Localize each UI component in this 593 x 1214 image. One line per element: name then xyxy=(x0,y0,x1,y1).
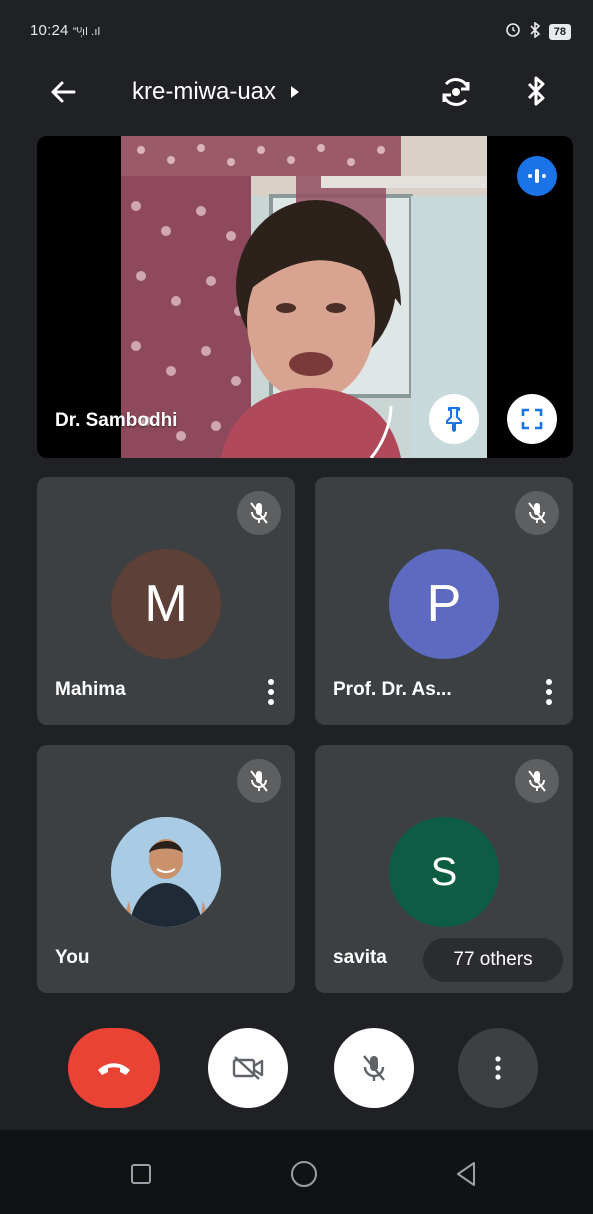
muted-indicator xyxy=(515,759,559,803)
avatar: M xyxy=(111,549,221,659)
participant-more-button[interactable] xyxy=(539,677,559,707)
home-button[interactable] xyxy=(284,1154,324,1194)
meeting-code-button[interactable]: kre-miwa-uax xyxy=(132,78,300,106)
participant-name: Mahima xyxy=(55,679,126,700)
audio-output-button[interactable] xyxy=(514,70,558,114)
back-button[interactable] xyxy=(44,72,84,112)
fullscreen-button[interactable] xyxy=(507,394,557,444)
camera-toggle-button[interactable] xyxy=(208,1028,288,1108)
mic-toggle-button[interactable] xyxy=(334,1028,414,1108)
main-speaker-tile[interactable]: Dr. Sambodhi xyxy=(37,136,573,458)
bluetooth-audio-icon xyxy=(527,76,545,106)
caret-right-icon xyxy=(291,86,300,98)
participant-tile-savita[interactable]: S savita 77 others xyxy=(315,745,573,993)
participant-tile-prof[interactable]: P Prof. Dr. As... xyxy=(315,477,573,725)
participant-more-button[interactable] xyxy=(261,677,281,707)
status-time: 10:24 "ᵁ᷊ıl .ıl xyxy=(30,22,101,39)
muted-indicator xyxy=(237,759,281,803)
bluetooth-icon xyxy=(529,21,541,41)
muted-indicator xyxy=(515,491,559,535)
hang-up-button[interactable] xyxy=(68,1028,160,1108)
battery-icon: 78 xyxy=(548,23,571,40)
pin-button[interactable] xyxy=(429,394,479,444)
mic-off-icon xyxy=(528,502,546,524)
recents-button[interactable] xyxy=(121,1154,161,1194)
call-controls xyxy=(0,1028,593,1114)
participant-name: savita xyxy=(333,947,387,968)
home-icon xyxy=(291,1161,317,1187)
switch-camera-button[interactable] xyxy=(434,70,478,114)
participant-tile-you[interactable]: You xyxy=(37,745,295,993)
fullscreen-icon xyxy=(521,408,543,430)
avatar: P xyxy=(389,549,499,659)
avatar: S xyxy=(389,817,499,927)
mic-off-icon xyxy=(528,770,546,792)
recents-icon xyxy=(131,1164,151,1184)
speaker-name: Dr. Sambodhi xyxy=(55,410,178,431)
meeting-code: kre-miwa-uax xyxy=(132,78,277,105)
pin-icon xyxy=(446,407,462,432)
back-nav-button[interactable] xyxy=(446,1154,486,1194)
status-bar: 10:24 "ᵁ᷊ıl .ıl 78 xyxy=(0,0,593,60)
participant-tile-mahima[interactable]: M Mahima xyxy=(37,477,295,725)
mic-off-icon xyxy=(250,502,268,524)
meeting-header: kre-miwa-uax xyxy=(0,60,593,120)
switch-camera-icon xyxy=(442,78,470,106)
speaking-indicator xyxy=(517,156,557,196)
speaking-indicator-icon xyxy=(528,169,546,183)
status-icons: 78 xyxy=(505,21,571,41)
more-vert-icon xyxy=(268,679,274,705)
participant-name: Prof. Dr. As... xyxy=(333,679,452,700)
others-count-chip[interactable]: 77 others xyxy=(423,938,563,982)
back-arrow-icon xyxy=(51,81,76,103)
more-options-button[interactable] xyxy=(458,1028,538,1108)
avatar-photo xyxy=(111,817,221,927)
more-vert-icon xyxy=(546,679,552,705)
mic-off-icon xyxy=(250,770,268,792)
mic-off-icon xyxy=(363,1055,385,1081)
hang-up-icon xyxy=(98,1063,130,1075)
camera-off-icon xyxy=(232,1056,264,1080)
muted-indicator xyxy=(237,491,281,535)
more-options-icon xyxy=(495,1056,501,1080)
participant-name: You xyxy=(55,947,90,968)
alarm-icon xyxy=(505,22,521,41)
back-icon xyxy=(457,1162,475,1186)
system-nav-bar xyxy=(0,1130,593,1214)
